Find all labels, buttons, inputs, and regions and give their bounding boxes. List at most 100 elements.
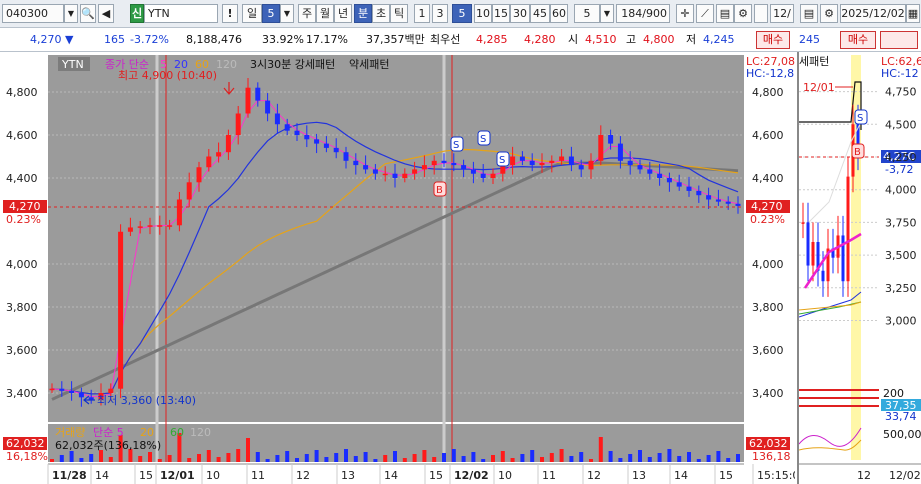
candle-body	[431, 160, 437, 166]
sell-signal[interactable]: S	[450, 136, 464, 152]
volume-bar	[197, 454, 201, 462]
y-tick-right: 3,400	[752, 387, 784, 400]
price-chart[interactable]: YTN 종가 단순 5 20 60 120 3시30분 강세패턴 약세패턴 최고…	[0, 52, 795, 484]
interval-5-button[interactable]: 5	[452, 4, 472, 23]
side-y-tick: 4,250	[885, 151, 917, 164]
y-tick-left: 4,000	[6, 258, 38, 271]
buy-signal[interactable]: B	[433, 181, 447, 197]
volume-bar	[344, 449, 348, 462]
stock-name-field[interactable]: YTN	[144, 4, 218, 23]
interval-45-button[interactable]: 45	[530, 4, 550, 23]
low-annotation: 최저 3,360 (13:40)	[97, 394, 196, 407]
x-tick-label: 15	[719, 469, 733, 482]
side-buy-button[interactable]: 매수	[840, 31, 876, 49]
candle-body	[568, 156, 574, 166]
period-month-button[interactable]: 월	[316, 4, 334, 23]
volume-bar	[108, 457, 113, 462]
side-buy-signal[interactable]: B	[851, 143, 865, 159]
current-price-right: 4,270	[751, 200, 783, 213]
bar-count-total: /900	[642, 7, 667, 20]
candle-body	[588, 160, 594, 170]
period-day-count[interactable]: 5	[262, 4, 280, 23]
code-dropdown-icon[interactable]: ▼	[64, 4, 78, 23]
sync-checkbox[interactable]	[754, 4, 768, 23]
high-price: 4,800	[643, 33, 675, 46]
interval-1-button[interactable]: 1	[414, 4, 430, 23]
candle-body	[735, 203, 741, 206]
search-icon[interactable]: 🔍	[80, 4, 96, 23]
volume-bar	[402, 458, 407, 462]
candle-body	[206, 156, 212, 168]
sell-signal[interactable]: S	[477, 130, 491, 146]
period-tick-button[interactable]: 틱	[390, 4, 408, 23]
candle-body	[157, 225, 163, 227]
volume-bar	[69, 451, 74, 462]
price-chart-panel[interactable]: YTN 종가 단순 5 20 60 120 3시30분 강세패턴 약세패턴 최고…	[0, 52, 795, 484]
interval-30-button[interactable]: 30	[510, 4, 530, 23]
x-tick-label: 14	[384, 469, 398, 482]
gear-icon[interactable]: ⚙	[734, 4, 752, 23]
volume-bar	[246, 438, 250, 462]
candle-body	[147, 225, 153, 227]
buy-button[interactable]: 매수	[756, 31, 790, 49]
period-year-button[interactable]: 년	[334, 4, 352, 23]
volume-bar	[677, 456, 682, 462]
speaker-icon[interactable]: ◀	[98, 4, 114, 23]
crosshair-icon[interactable]: ✛	[676, 4, 694, 23]
candle-body	[314, 139, 320, 144]
draw-tool-icon[interactable]: ⟋	[696, 4, 714, 23]
daily-chart-panel[interactable]: 세패턴 LC:62,6 HC:-12 12/01 S B 4,27C -3,72…	[797, 52, 921, 484]
stock-code-input[interactable]: 040300	[2, 4, 64, 23]
side-vol-500: 500,00	[883, 428, 921, 441]
candle-body	[255, 87, 261, 101]
daily-chart[interactable]: 세패턴 LC:62,6 HC:-12 12/01 S B 4,27C -3,72…	[798, 52, 921, 484]
period-week-button[interactable]: 주	[298, 4, 316, 23]
interval-60-button[interactable]: 60	[550, 4, 568, 23]
interval-10-button[interactable]: 10	[474, 4, 492, 23]
period-second-button[interactable]: 초	[372, 4, 390, 23]
bar-count: 184	[621, 7, 643, 20]
pattern-weak: 약세패턴	[349, 57, 389, 71]
volume-bar	[667, 449, 672, 462]
side-code-field[interactable]: 12/	[770, 4, 794, 23]
volume-bar	[353, 456, 358, 462]
volume-bar	[412, 454, 417, 462]
side-save-icon[interactable]: ▤	[800, 4, 818, 23]
best-quote-label: 최우선	[430, 33, 461, 46]
side-sell-label: S	[857, 113, 863, 124]
interval-3-button[interactable]: 3	[432, 4, 448, 23]
volume-bar	[569, 456, 574, 462]
interval-dropdown-icon[interactable]: ▼	[600, 4, 614, 23]
bar-count-field[interactable]: 184/900	[616, 4, 670, 23]
candle-body	[461, 165, 467, 170]
candle-body	[343, 152, 349, 161]
candle-body	[470, 169, 476, 174]
candle-body	[627, 160, 633, 166]
candle-body	[657, 173, 663, 178]
sell-signal[interactable]: S	[496, 151, 510, 167]
volume-bar	[442, 453, 446, 462]
side-sell-button[interactable]	[880, 31, 918, 49]
save-icon[interactable]: ▤	[716, 4, 734, 23]
volume-bar	[589, 459, 593, 462]
period-day-button[interactable]: 일	[242, 4, 262, 23]
buy-signal-label: B	[436, 185, 443, 196]
volume-bar	[471, 452, 476, 462]
date-field[interactable]: 2025/12/02	[840, 4, 906, 23]
side-gear-icon[interactable]: ⚙	[820, 4, 838, 23]
interval-15-button[interactable]: 15	[492, 4, 510, 23]
alert-button[interactable]: !	[222, 4, 238, 23]
side-sell-signal[interactable]: S	[854, 109, 868, 125]
period-dropdown-icon[interactable]: ▼	[280, 4, 294, 23]
y-tick-right: 3,600	[752, 344, 784, 357]
x-tick-label: 13	[341, 469, 355, 482]
best-ask: 4,285	[476, 33, 508, 46]
period-minute-button[interactable]: 분	[354, 4, 372, 23]
current-pct-left: 0.23%	[6, 213, 41, 226]
candle-body	[559, 156, 565, 161]
x-tick-label: 12/01	[160, 469, 195, 482]
current-price-left: 4,270	[9, 200, 41, 213]
calendar-icon[interactable]: ▦	[906, 4, 920, 23]
side-x-label: 12	[857, 469, 871, 482]
custom-interval-input[interactable]: 5	[574, 4, 600, 23]
